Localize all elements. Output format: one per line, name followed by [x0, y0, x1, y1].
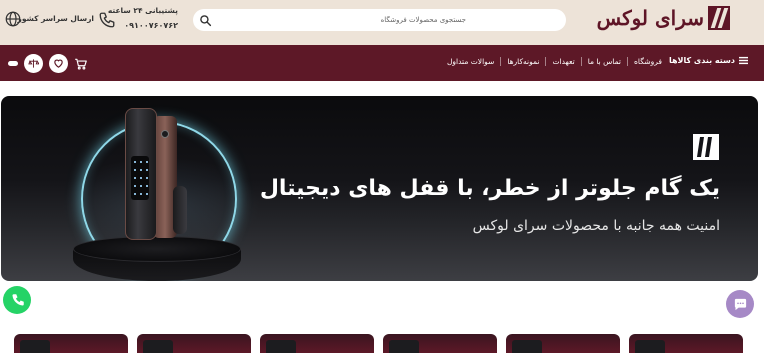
- banner-subheadline: امنیت همه جانبه با محصولات سرای لوکس: [472, 218, 720, 234]
- toggle-pill[interactable]: [8, 61, 18, 66]
- wishlist-button[interactable]: [49, 54, 68, 73]
- product-card[interactable]: [506, 334, 620, 353]
- hero-banner[interactable]: یک گام جلوتر از خطر، با قفل های دیجیتال …: [1, 96, 758, 281]
- hamburger-menu-icon: [739, 56, 748, 65]
- categories-button[interactable]: دسته بندی کالاها: [669, 56, 748, 65]
- product-card[interactable]: [383, 334, 497, 353]
- logo-mark-icon: [708, 6, 730, 30]
- nav-icons: [6, 54, 88, 73]
- shipping-label: ارسال سراسر کشور: [17, 14, 94, 23]
- chat-bubble-icon: [734, 298, 746, 310]
- product-card[interactable]: [629, 334, 743, 353]
- main-nav: دسته بندی کالاها فروشگاه تماس با ما تعهد…: [0, 45, 764, 81]
- product-card[interactable]: [260, 334, 374, 353]
- heart-icon: [54, 59, 63, 68]
- nav-item-faq[interactable]: سوالات متداول: [441, 57, 500, 66]
- nav-item-shop[interactable]: فروشگاه: [627, 57, 668, 66]
- search-input[interactable]: [221, 9, 566, 31]
- support-info: پشتیبانی ۲۴ ساعته ۰۹۱۰۰۷۶۰۷۶۲: [98, 5, 188, 35]
- banner-headline: یک گام جلوتر از خطر، با قفل های دیجیتال: [259, 176, 720, 201]
- whatsapp-button[interactable]: [3, 286, 31, 314]
- categories-label: دسته بندی کالاها: [668, 56, 735, 65]
- product-card[interactable]: [137, 334, 251, 353]
- pedestal-top: [73, 236, 241, 262]
- nav-item-portfolio[interactable]: نمونه‌کارها: [500, 57, 545, 66]
- nav-menu: فروشگاه تماس با ما تعهدات نمونه‌کارها سو…: [441, 57, 668, 66]
- compare-button[interactable]: [24, 54, 43, 73]
- cart-icon[interactable]: [74, 57, 88, 71]
- shipping-info: ارسال سراسر کشور: [4, 10, 94, 30]
- compare-icon: [28, 59, 39, 68]
- nav-item-commitments[interactable]: تعهدات: [545, 57, 580, 66]
- support-phone[interactable]: ۰۹۱۰۰۷۶۰۷۶۲: [124, 21, 178, 30]
- lock-keypad: [131, 156, 149, 200]
- search-box: [193, 9, 566, 31]
- brand-logo-icon: [693, 134, 719, 160]
- logo-text: سرای لوکس: [596, 6, 704, 30]
- search-icon[interactable]: [199, 14, 212, 27]
- site-logo[interactable]: سرای لوکس: [597, 6, 730, 30]
- nav-item-contact[interactable]: تماس با ما: [580, 57, 627, 66]
- top-header: سرای لوکس پشتیبانی ۲۴ ساعته ۰۹۱۰۰۷۶۰۷۶۲ …: [0, 0, 764, 45]
- product-card[interactable]: [14, 334, 128, 353]
- support-title: پشتیبانی ۲۴ ساعته: [107, 6, 178, 15]
- product-cards-row: [14, 334, 744, 353]
- lock-camera: [161, 130, 169, 138]
- phone-icon: [12, 293, 24, 305]
- chat-button[interactable]: [726, 290, 754, 318]
- lock-handle: [173, 186, 187, 234]
